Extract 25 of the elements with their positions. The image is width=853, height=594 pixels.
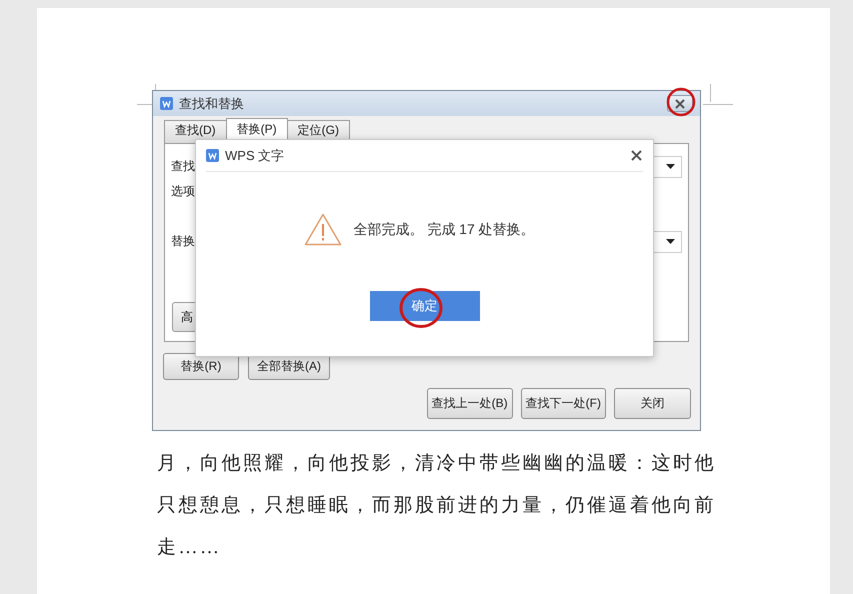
document-text: 月，向他照耀，向他投影，清冷中带些幽幽的温暖：这时他: [157, 452, 716, 476]
dropdown-arrow-icon: [666, 239, 675, 244]
document-text: 只想憩息，只想睡眠，而那股前进的力量，仍催逼着他向前: [157, 494, 716, 518]
dialog-button[interactable]: 关闭: [614, 388, 691, 419]
field-label: 选项: [171, 183, 196, 200]
document-text: 走……: [157, 536, 222, 560]
annotation-circle: [666, 87, 696, 117]
app-icon: [206, 149, 219, 162]
close-icon: [630, 150, 642, 161]
dialog-title: 查找和替换: [179, 94, 245, 112]
close-icon: [674, 98, 686, 108]
dialog-button[interactable]: 替换(R): [163, 353, 239, 380]
dialog-button[interactable]: 查找上一处(B): [426, 388, 513, 419]
ok-button[interactable]: 确定: [370, 291, 480, 321]
warning-icon: [304, 213, 342, 246]
field-label: 查找: [171, 158, 196, 175]
annotation-circle: [399, 287, 443, 329]
message-box-title: WPS 文字: [225, 146, 286, 164]
dialog-button[interactable]: 查找下一处(F): [520, 388, 606, 419]
close-button[interactable]: [629, 148, 643, 162]
dropdown-arrow-icon: [666, 164, 675, 169]
app-icon: [160, 97, 173, 110]
message-text: 全部完成。 完成 17 处替换。: [353, 220, 535, 238]
dialog-tab[interactable]: 查找(D): [164, 120, 227, 143]
field-label: 替换: [171, 233, 196, 250]
